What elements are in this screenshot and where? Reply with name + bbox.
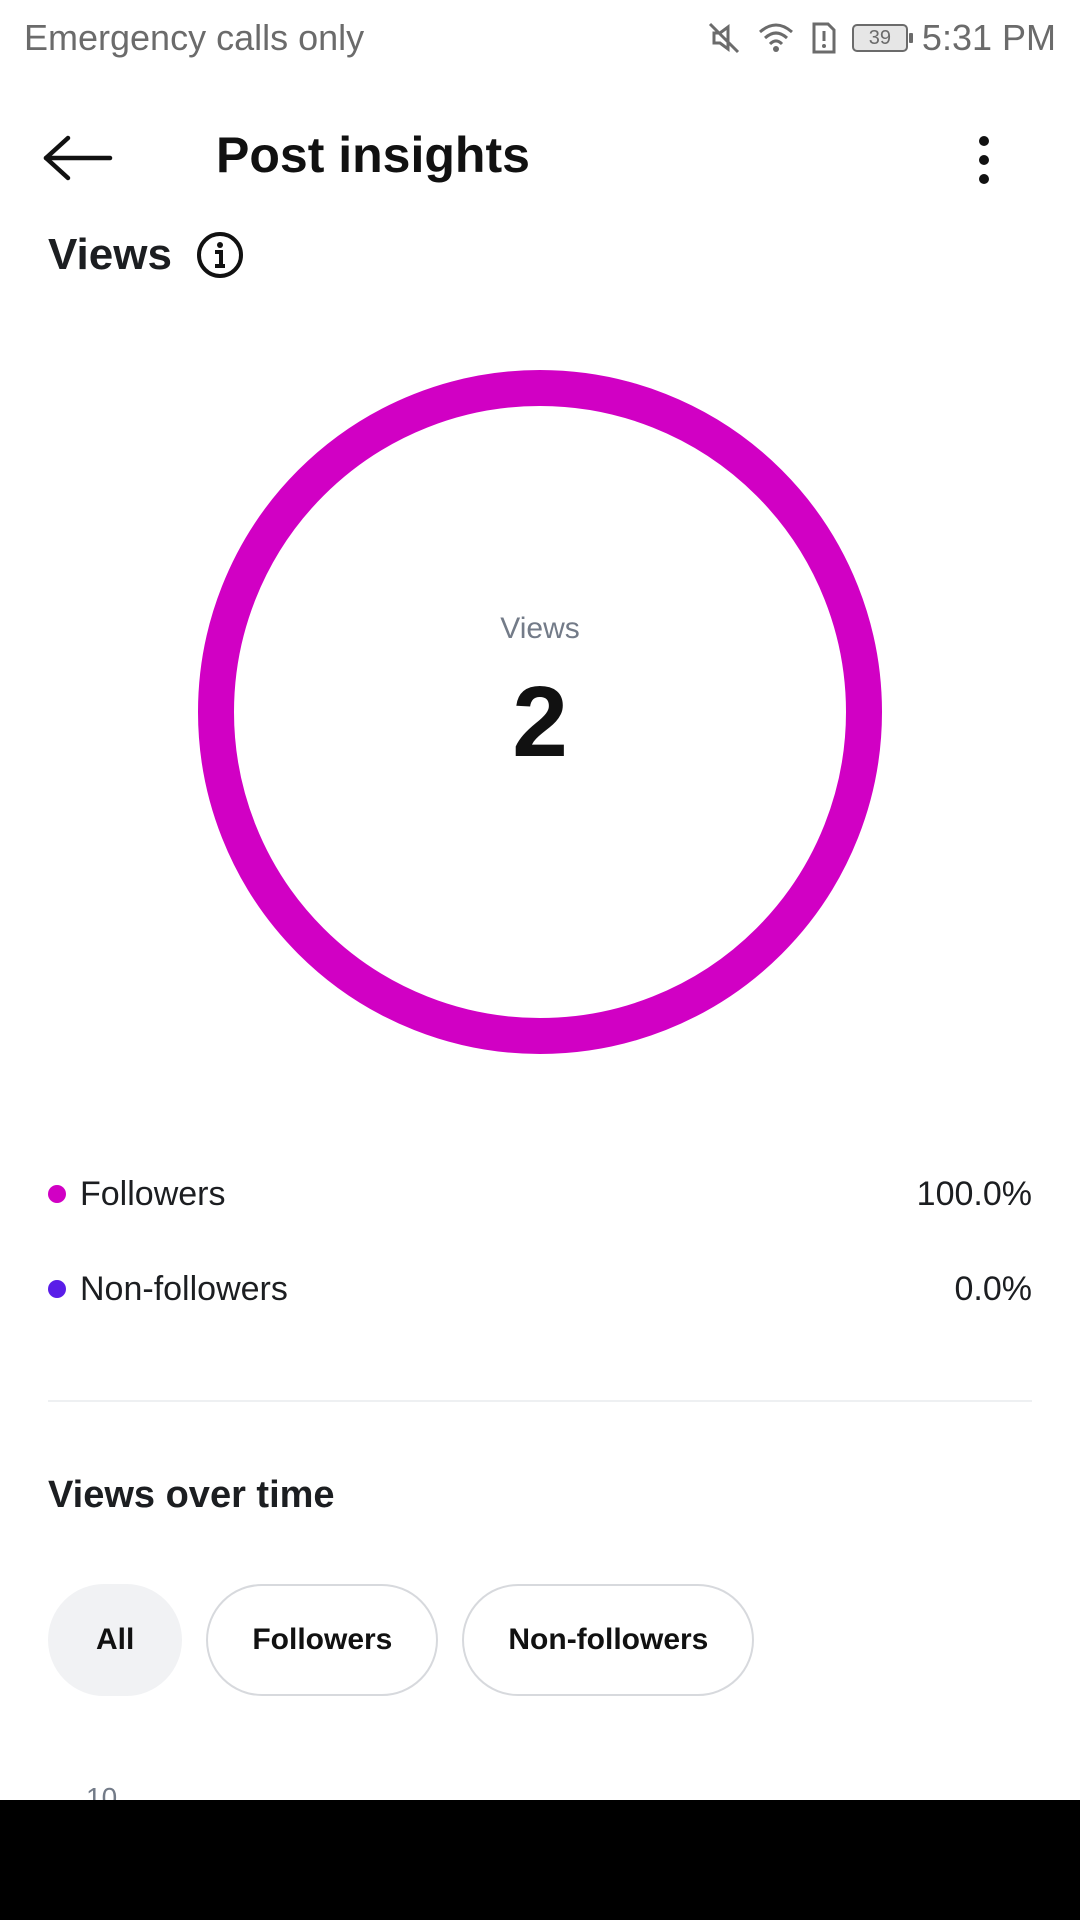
sim-alert-icon xyxy=(810,20,838,56)
more-vertical-icon xyxy=(979,136,989,184)
clock-text: 5:31 PM xyxy=(921,17,1056,58)
legend-label: Followers xyxy=(80,1174,226,1213)
divider xyxy=(48,1400,1032,1402)
donut-center-value: 2 xyxy=(512,666,568,778)
legend-dot-non-followers xyxy=(48,1280,66,1298)
wifi-icon xyxy=(756,20,796,56)
status-bar: Emergency calls only 39 5:31 PM xyxy=(0,0,1080,76)
arrow-left-icon xyxy=(43,135,113,181)
battery-icon: 39 xyxy=(851,24,913,52)
filter-chip-all[interactable]: All xyxy=(48,1584,183,1696)
views-donut-chart: Views 2 xyxy=(196,368,884,1056)
more-options-button[interactable] xyxy=(960,130,1008,190)
legend-value: 100.0% xyxy=(916,1174,1032,1213)
filter-chips: All Followers Non-followers xyxy=(48,1584,755,1696)
filter-chip-non-followers[interactable]: Non-followers xyxy=(462,1584,755,1696)
views-section-header: Views xyxy=(48,230,244,280)
views-title: Views xyxy=(48,230,172,279)
back-button[interactable] xyxy=(42,128,122,188)
legend-label: Non-followers xyxy=(80,1269,288,1308)
legend-item-non-followers: Non-followers 0.0% xyxy=(48,1259,1032,1319)
legend-dot-followers xyxy=(48,1185,66,1203)
page-title: Post insights xyxy=(216,127,530,183)
status-icons: 39 5:31 PM xyxy=(706,17,1056,59)
mute-icon xyxy=(706,20,742,56)
system-navigation-bar xyxy=(0,1800,1080,1920)
legend-item-followers: Followers 100.0% xyxy=(48,1164,1032,1224)
donut-center-label: Views xyxy=(500,612,580,645)
info-icon[interactable] xyxy=(196,231,244,279)
app-bar: Post insights xyxy=(0,100,1080,216)
views-over-time-title: Views over time xyxy=(48,1474,335,1516)
legend-value: 0.0% xyxy=(954,1269,1033,1308)
donut-center: Views 2 xyxy=(196,368,884,1056)
carrier-text: Emergency calls only xyxy=(24,17,365,58)
filter-chip-followers[interactable]: Followers xyxy=(206,1584,439,1696)
